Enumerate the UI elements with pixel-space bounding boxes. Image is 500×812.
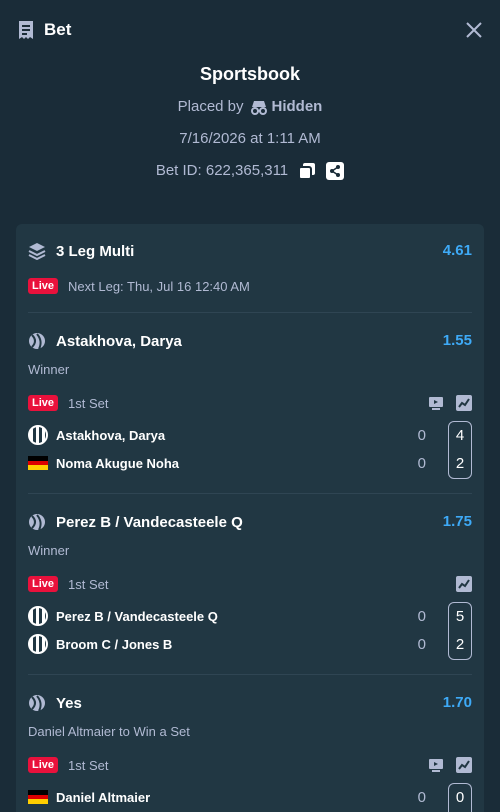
next-leg-row: Live Next Leg: Thu, Jul 16 12:40 AM xyxy=(28,277,472,295)
neutral-flag-icon xyxy=(28,425,48,445)
modal-title: Bet xyxy=(44,20,72,39)
stats-icon[interactable] xyxy=(456,576,472,592)
leg-odds: 1.70 xyxy=(442,694,472,711)
multi-title: 3 Leg Multi xyxy=(56,242,135,260)
team-name: Broom C / Jones B xyxy=(56,636,173,652)
team-sets: 0 xyxy=(417,607,426,625)
leg-odds: 1.55 xyxy=(442,332,472,349)
tennis-ball-icon xyxy=(29,514,45,531)
multi-odds: 4.61 xyxy=(442,242,472,259)
bet-slip-icon xyxy=(19,21,33,39)
team-name: Astakhova, Darya xyxy=(56,427,166,443)
stats-icon[interactable] xyxy=(456,757,472,773)
germany-flag-icon xyxy=(28,790,48,805)
placed-by-label: Placed by xyxy=(177,98,244,115)
live-badge: Live xyxy=(28,395,59,411)
team-name: Noma Akugue Noha xyxy=(56,455,180,471)
bet-id: Bet ID: 622,365,311 xyxy=(155,162,289,179)
neutral-flag-icon xyxy=(28,634,48,654)
bet-datetime: 7/16/2026 at 1:11 AM xyxy=(179,130,321,147)
share-icon[interactable] xyxy=(326,162,345,180)
live-badge: Live xyxy=(28,576,59,592)
next-leg-text: Next Leg: Thu, Jul 16 12:40 AM xyxy=(68,278,250,294)
leg-market: Winner xyxy=(28,361,70,377)
layers-icon xyxy=(28,243,46,260)
team-sets: 0 xyxy=(417,426,426,444)
leg-odds: 1.75 xyxy=(442,513,472,530)
leg-status: 1st Set xyxy=(68,576,109,592)
team-games: 5 xyxy=(455,608,465,625)
leg-header[interactable]: Perez B / Vandecasteele Q xyxy=(28,511,472,533)
team-row: Perez B / Vandecasteele Q 0 xyxy=(28,605,472,627)
live-stream-icon[interactable] xyxy=(428,757,444,773)
team-row: Astakhova, Darya 0 xyxy=(28,424,472,446)
hidden-user-label: Hidden xyxy=(271,98,323,115)
tennis-ball-icon xyxy=(29,333,45,350)
team-row: Noma Akugue Noha 0 xyxy=(28,452,472,474)
divider xyxy=(28,493,472,494)
leg-status-row: Live 1st Set xyxy=(28,756,472,774)
games-scorebox: 5 2 xyxy=(448,602,472,660)
leg-market: Winner xyxy=(28,542,70,558)
live-badge: Live xyxy=(28,757,59,773)
germany-flag-icon xyxy=(28,456,48,471)
divider xyxy=(28,674,472,675)
placed-by: Placed by Hidden xyxy=(0,96,500,118)
team-name: Perez B / Vandecasteele Q xyxy=(56,608,218,624)
modal-header: Bet xyxy=(0,0,500,60)
stats-icon[interactable] xyxy=(456,395,472,411)
leg-status-row: Live 1st Set xyxy=(28,394,472,412)
bet-card: 3 Leg Multi 4.61 Live Next Leg: Thu, Jul… xyxy=(16,224,484,812)
live-stream-icon[interactable] xyxy=(428,395,444,411)
multi-header: 3 Leg Multi xyxy=(28,240,472,262)
leg-selection: Yes xyxy=(56,694,82,712)
team-sets: 0 xyxy=(417,454,426,472)
divider xyxy=(28,312,472,313)
leg-status-row: Live 1st Set xyxy=(28,575,472,593)
sportsbook-title: Sportsbook xyxy=(199,64,300,84)
neutral-flag-icon xyxy=(28,606,48,626)
team-games: 0 xyxy=(455,789,465,806)
team-row: Daniel Altmaier 0 xyxy=(28,786,472,808)
leg-selection: Astakhova, Darya xyxy=(56,332,182,350)
tennis-ball-icon xyxy=(29,695,45,712)
team-games: 2 xyxy=(455,455,465,472)
team-row: Broom C / Jones B 0 xyxy=(28,633,472,655)
close-icon[interactable] xyxy=(464,20,484,40)
bet-summary: Sportsbook Placed by Hidden 7/16/2026 at… xyxy=(0,62,500,182)
leg-status: 1st Set xyxy=(68,757,109,773)
team-sets: 0 xyxy=(417,788,426,806)
leg-status: 1st Set xyxy=(68,395,109,411)
copy-icon[interactable] xyxy=(298,162,316,180)
leg-selection: Perez B / Vandecasteele Q xyxy=(56,513,243,531)
team-sets: 0 xyxy=(417,635,426,653)
live-badge: Live xyxy=(28,278,59,294)
bet-id-row: Bet ID: 622,365,311 xyxy=(0,160,500,182)
incognito-icon xyxy=(250,101,267,115)
leg-header[interactable]: Yes xyxy=(28,692,472,714)
team-name: Daniel Altmaier xyxy=(56,789,151,805)
leg-header[interactable]: Astakhova, Darya xyxy=(28,330,472,352)
games-scorebox: 0 xyxy=(448,783,472,812)
team-games: 4 xyxy=(455,427,465,444)
team-games: 2 xyxy=(455,636,465,653)
games-scorebox: 4 2 xyxy=(448,421,472,479)
leg-market: Daniel Altmaier to Win a Set xyxy=(28,723,190,739)
hidden-user: Hidden xyxy=(250,96,323,118)
